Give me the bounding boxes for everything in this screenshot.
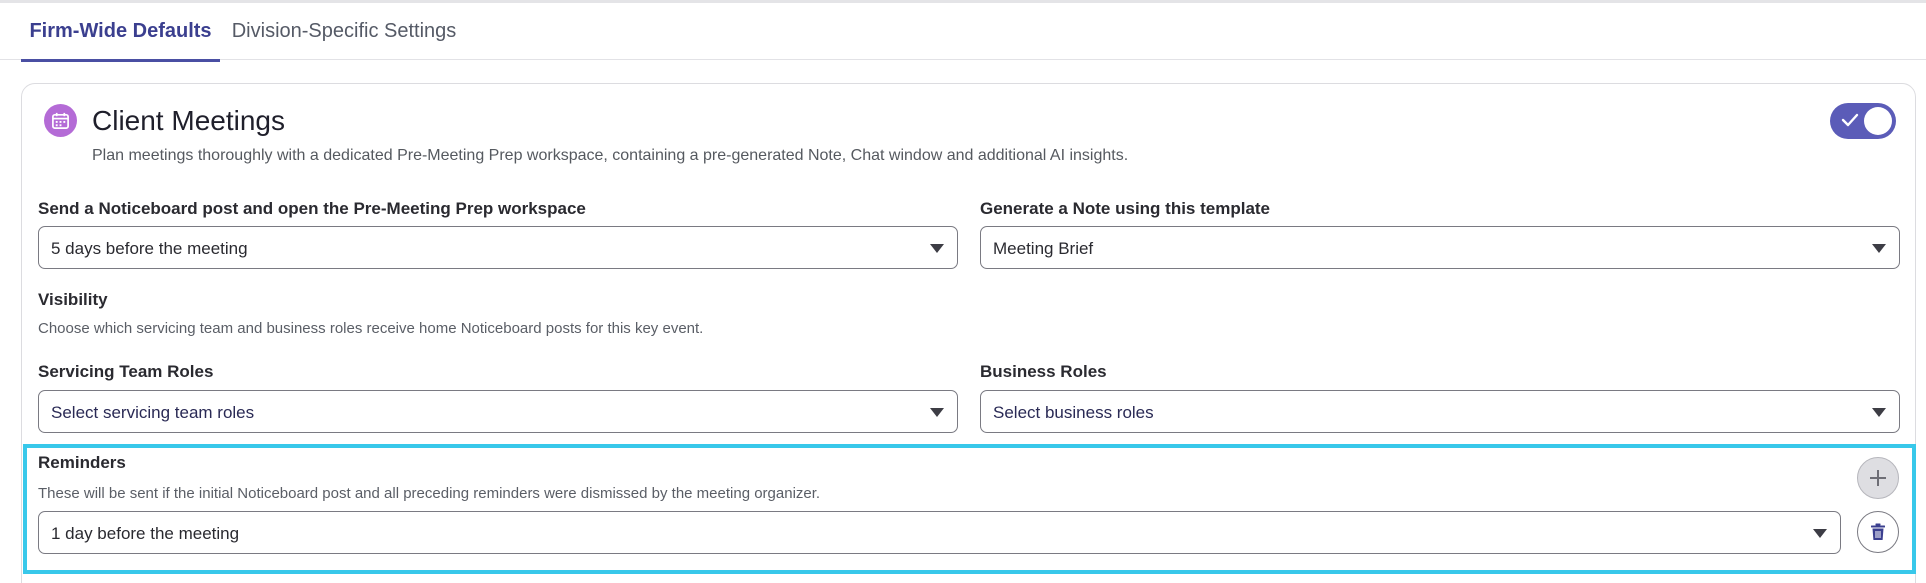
chevron-down-icon <box>930 408 944 417</box>
toggle-knob <box>1864 107 1892 135</box>
template-label: Generate a Note using this template <box>980 199 1271 218</box>
template-value: Meeting Brief <box>993 239 1094 258</box>
card-title: Client Meetings <box>92 105 285 136</box>
servicing-roles-label: Servicing Team Roles <box>38 362 214 381</box>
reminders-hint: These will be sent if the initial Notice… <box>38 485 821 502</box>
calendar-icon <box>44 104 77 137</box>
chevron-down-icon <box>1872 244 1886 253</box>
tab-firm-wide-defaults[interactable]: Firm-Wide Defaults <box>21 3 220 62</box>
visibility-hint: Choose which servicing team and business… <box>38 320 704 337</box>
tab-division-specific-settings[interactable]: Division-Specific Settings <box>224 3 464 60</box>
business-roles-select[interactable]: Select business roles <box>980 390 1900 433</box>
card-description: Plan meetings thoroughly with a dedicate… <box>92 147 1129 164</box>
trash-icon <box>1871 523 1885 540</box>
servicing-roles-select[interactable]: Select servicing team roles <box>38 390 958 433</box>
noticeboard-timing-select[interactable]: 5 days before the meeting <box>38 226 958 269</box>
add-reminder-button[interactable] <box>1857 457 1899 499</box>
chevron-down-icon <box>1813 529 1827 538</box>
plus-icon <box>1870 470 1886 486</box>
visibility-heading: Visibility <box>38 290 108 309</box>
tab-bar: Firm-Wide Defaults Division-Specific Set… <box>0 3 1926 62</box>
reminder-select[interactable]: 1 day before the meeting <box>38 511 1841 554</box>
reminders-highlight <box>23 444 1916 574</box>
check-icon <box>1841 113 1859 127</box>
noticeboard-label: Send a Noticeboard post and open the Pre… <box>38 199 586 218</box>
business-roles-placeholder: Select business roles <box>993 403 1154 422</box>
enable-toggle[interactable] <box>1830 103 1896 139</box>
noticeboard-timing-value: 5 days before the meeting <box>51 239 248 258</box>
chevron-down-icon <box>1872 408 1886 417</box>
reminders-heading: Reminders <box>38 453 126 472</box>
delete-reminder-button[interactable] <box>1857 511 1899 553</box>
template-select[interactable]: Meeting Brief <box>980 226 1900 269</box>
chevron-down-icon <box>930 244 944 253</box>
reminder-value: 1 day before the meeting <box>51 524 240 543</box>
servicing-roles-placeholder: Select servicing team roles <box>51 403 255 422</box>
business-roles-label: Business Roles <box>980 362 1107 381</box>
